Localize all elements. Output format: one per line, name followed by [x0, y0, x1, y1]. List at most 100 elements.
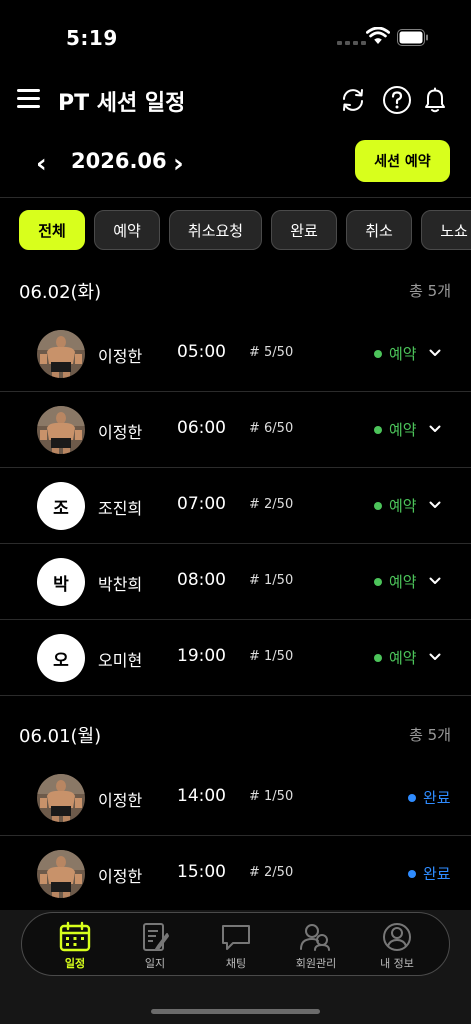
status-dot — [374, 577, 382, 586]
status-dot — [408, 869, 416, 878]
calendar-icon — [59, 921, 91, 952]
member-avatar: 오 — [37, 634, 85, 682]
chevron-down-icon[interactable] — [429, 425, 441, 433]
group-total: 총 5개 — [409, 726, 451, 744]
filter-chip-reserved[interactable]: 예약 — [94, 210, 160, 250]
status-dot — [374, 653, 382, 662]
chevron-down-icon[interactable] — [429, 349, 441, 357]
date-group-header: 06.02(화) 총 5개 — [0, 272, 471, 308]
divider — [0, 197, 471, 198]
member-name: 박찬희 — [98, 575, 143, 594]
filter-chip-all[interactable]: 전체 — [19, 210, 85, 250]
session-count: # 6/50 — [249, 421, 294, 436]
refresh-icon[interactable] — [337, 84, 369, 116]
member-avatar — [37, 406, 85, 454]
session-time: 14:00 — [177, 786, 226, 806]
status-dot — [374, 349, 382, 358]
session-row[interactable]: 이정한 05:00 # 5/50 예약 — [0, 316, 471, 392]
nav-item-members[interactable]: 회원관리 — [276, 921, 356, 971]
member-avatar — [37, 330, 85, 378]
filter-chip-noshow[interactable]: 노쇼 — [421, 210, 471, 250]
nav-label: 일지 — [144, 957, 166, 970]
bottom-nav: 일정 일지 채팅 회원관리 내 정보 — [21, 912, 450, 976]
status-badge: 완료 — [408, 863, 451, 884]
book-session-button[interactable]: 세션 예약 — [355, 140, 450, 182]
filter-chip-completed[interactable]: 완료 — [271, 210, 337, 250]
home-indicator — [151, 1009, 320, 1014]
member-name: 이정한 — [98, 867, 143, 886]
status-label: 예약 — [389, 497, 417, 515]
nav-item-profile[interactable]: 내 정보 — [357, 921, 437, 971]
session-row[interactable]: 이정한 14:00 # 1/50 완료 — [0, 760, 471, 836]
session-count: # 1/50 — [249, 573, 294, 588]
group-date: 06.01(월) — [19, 726, 102, 747]
current-month: 2026.06 — [71, 149, 167, 173]
chevron-down-icon[interactable] — [429, 577, 441, 585]
status-label: 완료 — [423, 865, 451, 883]
session-time: 15:00 — [177, 862, 226, 882]
filter-chip-cancelled[interactable]: 취소 — [346, 210, 412, 250]
filter-chip-cancel-request[interactable]: 취소요청 — [169, 210, 262, 250]
date-group-header: 06.01(월) 총 5개 — [0, 716, 471, 752]
help-icon[interactable] — [381, 84, 413, 116]
menu-icon[interactable] — [17, 89, 41, 109]
nav-label: 일정 — [64, 957, 86, 970]
status-badge: 예약 — [374, 495, 417, 516]
member-name: 오미현 — [98, 651, 143, 670]
group-date: 06.02(화) — [19, 282, 102, 303]
member-name: 조진희 — [98, 499, 143, 518]
status-label: 예약 — [389, 421, 417, 439]
bottom-nav-area: 일정 일지 채팅 회원관리 내 정보 — [0, 910, 471, 1024]
session-row[interactable]: 오 오미현 19:00 # 1/50 예약 — [0, 620, 471, 696]
member-name: 이정한 — [98, 791, 143, 810]
session-time: 07:00 — [177, 494, 226, 514]
month-selector: ‹ 2026.06 › 세션 예약 — [0, 135, 471, 191]
bell-icon[interactable] — [419, 84, 451, 116]
nav-item-journal[interactable]: 일지 — [115, 921, 195, 971]
group-total: 총 5개 — [409, 282, 451, 300]
chevron-down-icon[interactable] — [429, 501, 441, 509]
status-badge: 예약 — [374, 419, 417, 440]
session-row[interactable]: 이정한 06:00 # 6/50 예약 — [0, 392, 471, 468]
status-dot — [374, 501, 382, 510]
status-label: 예약 — [389, 649, 417, 667]
prev-month-button[interactable]: ‹ — [36, 149, 47, 179]
member-name: 이정한 — [98, 347, 143, 366]
chevron-down-icon[interactable] — [429, 653, 441, 661]
session-row[interactable]: 조 조진희 07:00 # 2/50 예약 — [0, 468, 471, 544]
profile-icon — [383, 923, 411, 951]
status-bar: 5:19 — [0, 0, 471, 72]
status-label: 예약 — [389, 345, 417, 363]
battery-icon — [397, 29, 428, 46]
status-dot — [374, 425, 382, 434]
session-count: # 2/50 — [249, 497, 294, 512]
member-avatar: 조 — [37, 482, 85, 530]
page-title: PT 세션 일정 — [58, 91, 186, 116]
journal-icon — [143, 923, 169, 951]
nav-item-schedule[interactable]: 일정 — [35, 921, 115, 971]
member-avatar — [37, 850, 85, 898]
status-dot — [408, 793, 416, 802]
session-row[interactable]: 이정한 15:00 # 2/50 완료 — [0, 836, 471, 912]
status-time: 5:19 — [66, 26, 118, 50]
filter-chips: 전체 예약 취소요청 완료 취소 노쇼 — [19, 210, 471, 250]
status-label: 완료 — [423, 789, 451, 807]
member-avatar: 박 — [37, 558, 85, 606]
chat-icon — [222, 925, 250, 950]
status-label: 예약 — [389, 573, 417, 591]
session-count: # 5/50 — [249, 345, 294, 360]
nav-label: 회원관리 — [295, 957, 337, 970]
cellular-signal-icon — [337, 41, 366, 45]
next-month-button[interactable]: › — [173, 149, 184, 179]
nav-label: 채팅 — [225, 957, 247, 970]
nav-item-chat[interactable]: 채팅 — [196, 921, 276, 971]
session-time: 06:00 — [177, 418, 226, 438]
nav-label: 내 정보 — [380, 957, 414, 970]
status-badge: 완료 — [408, 787, 451, 808]
session-time: 05:00 — [177, 342, 226, 362]
status-badge: 예약 — [374, 571, 417, 592]
session-row[interactable]: 박 박찬희 08:00 # 1/50 예약 — [0, 544, 471, 620]
status-badge: 예약 — [374, 343, 417, 364]
row-divider — [0, 695, 471, 696]
member-name: 이정한 — [98, 423, 143, 442]
